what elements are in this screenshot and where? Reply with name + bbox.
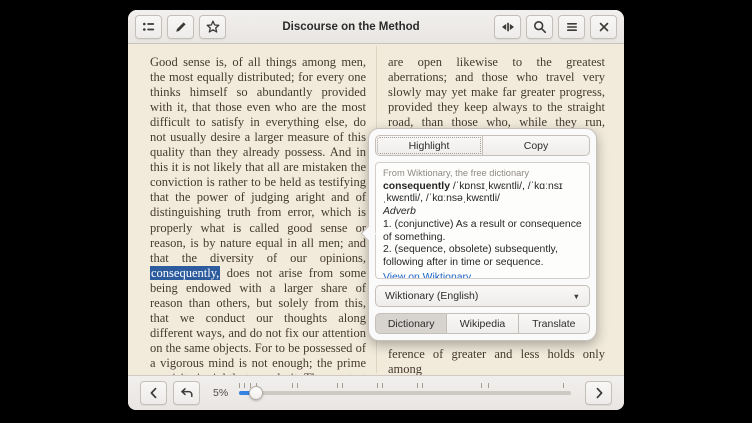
hamburger-menu-icon — [564, 19, 580, 35]
menu-button[interactable] — [558, 15, 585, 39]
dictionary-source-value: Wiktionary (English) — [385, 290, 478, 302]
dictionary-headword-line: consequently /ˈkɒnsɪˌkwɛntli/, /ˈkɑːnsɪˌ… — [383, 181, 582, 206]
chevron-down-icon: ▼ — [573, 292, 580, 301]
close-button[interactable] — [590, 15, 617, 39]
tab-dictionary[interactable]: Dictionary — [375, 313, 447, 334]
search-button[interactable] — [526, 15, 553, 39]
lookup-mode-tabs: Dictionary Wikipedia Translate — [375, 313, 590, 334]
paragraph-text: Good sense is, of all things among men, … — [150, 55, 366, 265]
highlight-button[interactable]: Highlight — [375, 135, 483, 156]
app-window: Discourse on the Method — [128, 10, 624, 410]
dictionary-part-of-speech: Adverb — [383, 206, 582, 219]
window-title: Discourse on the Method — [208, 21, 494, 33]
page-slider[interactable] — [239, 376, 571, 410]
reader-view: Good sense is, of all things among men, … — [128, 44, 624, 375]
view-on-wiktionary-link[interactable]: View on Wiktionary — [383, 272, 471, 279]
tab-translate[interactable]: Translate — [519, 313, 590, 334]
table-of-contents-icon — [141, 19, 157, 35]
tab-wikipedia[interactable]: Wikipedia — [447, 313, 518, 334]
reader-column-right-fragment: ference of greater and less holds only a… — [388, 347, 605, 377]
back-history-button[interactable] — [173, 381, 200, 405]
previous-page-button[interactable] — [140, 381, 167, 405]
dictionary-definition: 1. (conjunctive) As a result or conseque… — [383, 219, 582, 244]
contents-button[interactable] — [135, 15, 162, 39]
undo-arrow-icon — [179, 385, 195, 401]
star-icon — [205, 19, 221, 35]
search-icon — [532, 19, 548, 35]
annotations-button[interactable] — [167, 15, 194, 39]
chevron-right-icon — [591, 385, 607, 401]
pencil-icon — [173, 19, 189, 35]
progress-label: 5% — [213, 387, 228, 399]
lookup-popover: Highlight Copy From Wiktionary, the free… — [368, 128, 597, 341]
selection-actions: Highlight Copy — [375, 135, 590, 156]
close-icon — [596, 19, 612, 35]
slider-track[interactable] — [239, 391, 571, 395]
selected-text[interactable]: consequently, — [150, 266, 220, 280]
slider-handle[interactable] — [249, 386, 263, 400]
header-right-buttons — [494, 15, 617, 39]
navigation-bar: 5% — [128, 375, 624, 410]
locate-icon — [500, 19, 516, 35]
next-page-button[interactable] — [585, 381, 612, 405]
dictionary-source-select[interactable]: Wiktionary (English) ▼ — [375, 285, 590, 307]
dictionary-definition: 2. (sequence, obsolete) subsequently, fo… — [383, 244, 582, 269]
dictionary-word: consequently — [383, 181, 450, 192]
reader-column-left: Good sense is, of all things among men, … — [150, 55, 366, 410]
bookmarks-button[interactable] — [199, 15, 226, 39]
header-bar: Discourse on the Method — [128, 10, 624, 44]
locate-button[interactable] — [494, 15, 521, 39]
dictionary-attribution: From Wiktionary, the free dictionary — [383, 167, 582, 180]
dictionary-panel: From Wiktionary, the free dictionary con… — [375, 162, 590, 279]
chevron-left-icon — [146, 385, 162, 401]
copy-button[interactable]: Copy — [483, 135, 590, 156]
